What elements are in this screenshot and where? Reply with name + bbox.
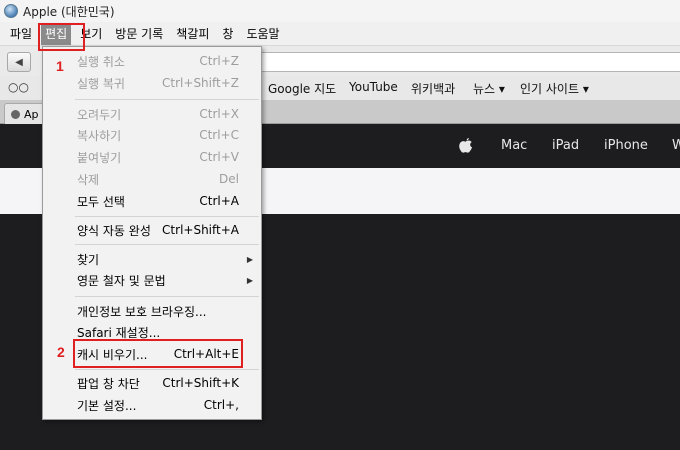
step-number-2: 2 (57, 344, 65, 360)
menu-item-spelling[interactable]: 영문 철자 및 문법 ▶ (43, 270, 261, 290)
menu-item-select-all[interactable]: 모두 선택 Ctrl+A (43, 191, 261, 211)
safari-app-icon (4, 4, 18, 18)
apple-favicon-icon (11, 109, 20, 119)
step-number-1: 1 (56, 58, 64, 74)
window-title: Apple (대한민국) (23, 4, 115, 19)
menu-separator (75, 369, 259, 370)
tab-label: Ap (24, 107, 39, 121)
back-arrow-icon: ◀ (15, 56, 23, 68)
apple-logo-icon[interactable] (458, 137, 474, 155)
highlight-edit-menu (38, 23, 85, 51)
back-button[interactable]: ◀ (7, 52, 31, 72)
bookmark-top-sites[interactable]: 인기 사이트 ▾ (520, 80, 589, 97)
highlight-empty-cache (73, 339, 243, 368)
address-bar[interactable] (260, 52, 680, 72)
bookmark-youtube[interactable]: YouTube (349, 80, 398, 94)
nav-iphone[interactable]: iPhone (604, 138, 648, 153)
menu-item-redo[interactable]: 실행 복귀 Ctrl+Shift+Z (43, 73, 261, 93)
menu-bar: 파일 편집 보기 방문 기록 책갈피 창 도움말 (0, 22, 680, 46)
menu-item-delete[interactable]: 삭제 Del (43, 169, 261, 189)
menu-item-cut[interactable]: 오려두기 Ctrl+X (43, 104, 261, 124)
bookmark-news[interactable]: 뉴스 ▾ (473, 80, 505, 97)
menu-history[interactable]: 방문 기록 (111, 23, 167, 45)
bookmark-wikipedia[interactable]: 위키백과 (411, 80, 455, 97)
menu-item-paste[interactable]: 붙여넣기 Ctrl+V (43, 147, 261, 167)
menu-help[interactable]: 도움말 (242, 23, 283, 45)
menu-separator (75, 99, 259, 100)
menu-bookmarks[interactable]: 책갈피 (172, 23, 213, 45)
menu-separator (75, 296, 259, 297)
menu-item-undo[interactable]: 실행 취소 Ctrl+Z (43, 51, 261, 71)
menu-window[interactable]: 창 (218, 23, 237, 45)
reading-list-icon[interactable]: ○○ (8, 80, 29, 94)
nav-watch[interactable]: W (672, 138, 680, 153)
submenu-arrow-icon: ▶ (246, 254, 253, 264)
title-bar: Apple (대한민국) (0, 0, 680, 22)
bookmark-google-maps[interactable]: Google 지도 (268, 80, 336, 97)
menu-item-find[interactable]: 찾기 ▶ (43, 249, 261, 269)
menu-separator (75, 216, 259, 217)
menu-item-copy[interactable]: 복사하기 Ctrl+C (43, 125, 261, 145)
menu-item-block-popups[interactable]: 팝업 창 차단 Ctrl+Shift+K (43, 373, 261, 393)
nav-ipad[interactable]: iPad (552, 138, 579, 153)
menu-item-private-browsing[interactable]: 개인정보 보호 브라우징... (43, 301, 261, 321)
menu-separator (75, 244, 259, 245)
menu-file[interactable]: 파일 (6, 23, 36, 45)
menu-item-autofill[interactable]: 양식 자동 완성 Ctrl+Shift+A (43, 220, 261, 240)
menu-item-preferences[interactable]: 기본 설정... Ctrl+, (43, 395, 261, 415)
nav-mac[interactable]: Mac (501, 138, 527, 153)
submenu-arrow-icon: ▶ (246, 275, 253, 285)
